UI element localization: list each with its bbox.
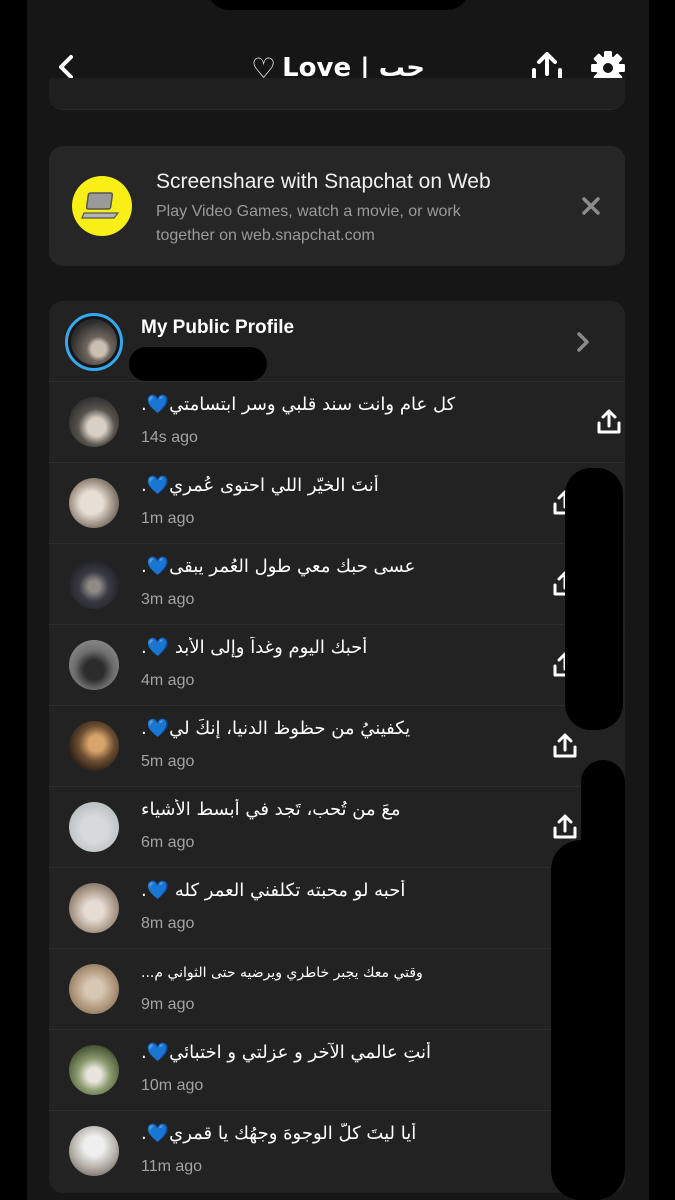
banner-subtitle-line-2: together on web.snapchat.com bbox=[156, 227, 375, 244]
share-upload-icon[interactable] bbox=[595, 407, 623, 437]
story-caption: عسى حبك معي طول العُمر يبقى💙. bbox=[141, 556, 416, 577]
story-row[interactable]: يكفينيُ من حظوظ الدنيا، إنكَ لي💙. 5m ago bbox=[49, 706, 625, 787]
profile-label: My Public Profile bbox=[141, 317, 295, 338]
story-thumbnail bbox=[69, 964, 119, 1014]
story-caption: أحبه لو محبته تكلفني العمر كله 💙. bbox=[141, 880, 406, 901]
story-caption: وقتي معك يجبر خاطري ويرضيه حتى الثواني م… bbox=[141, 965, 423, 981]
banner-subtitle-line-1: Play Video Games, watch a movie, or work bbox=[156, 203, 461, 220]
banner-title: Screenshare with Snapchat on Web bbox=[156, 170, 491, 193]
story-caption: أحبك اليوم وغداً وإلى الأبد 💙. bbox=[141, 637, 368, 658]
story-timestamp: 5m ago bbox=[141, 753, 195, 770]
close-icon[interactable] bbox=[577, 192, 605, 220]
redaction-mark bbox=[551, 840, 625, 1200]
story-thumbnail bbox=[69, 883, 119, 933]
story-timestamp: 10m ago bbox=[141, 1077, 204, 1094]
story-caption: يكفينيُ من حظوظ الدنيا، إنكَ لي💙. bbox=[141, 718, 411, 739]
collapsed-card-edge bbox=[49, 78, 625, 110]
story-thumbnail bbox=[69, 397, 119, 447]
story-row[interactable]: عسى حبك معي طول العُمر يبقى💙. 3m ago bbox=[49, 544, 625, 625]
story-row[interactable]: معَ من تُحب، تَجد في أبسط الأشياء 6m ago bbox=[49, 787, 625, 868]
story-caption: كل عام وانت سند قلبي وسر ابتسامتي💙. bbox=[141, 394, 456, 415]
chevron-right-icon bbox=[577, 332, 589, 352]
redaction-mark bbox=[565, 468, 623, 730]
story-caption: أنتِ عالمي الآخر و عزلتي و اختبائي💙. bbox=[141, 1042, 432, 1063]
story-timestamp: 1m ago bbox=[141, 510, 195, 527]
story-row[interactable]: أحبك اليوم وغداً وإلى الأبد 💙. 4m ago bbox=[49, 625, 625, 706]
avatar bbox=[65, 313, 123, 371]
story-timestamp: 8m ago bbox=[141, 915, 195, 932]
my-public-profile-row[interactable]: My Public Profile bbox=[49, 301, 625, 382]
story-row[interactable]: أنتِ عالمي الآخر و عزلتي و اختبائي💙. 10m … bbox=[49, 1030, 625, 1111]
story-caption: أيا ليتَ كلَّ الوجوهَ وجهُك يا قمري💙. bbox=[141, 1123, 417, 1144]
stories-list: My Public Profile كل عام وانت سند قلبي و… bbox=[49, 301, 625, 1193]
story-timestamp: 14s ago bbox=[141, 429, 198, 446]
story-row[interactable]: كل عام وانت سند قلبي وسر ابتسامتي💙. 14s a… bbox=[49, 382, 625, 463]
story-caption: أنتَ الخيّر اللي احتوى عُمري💙. bbox=[141, 475, 379, 496]
laptop-icon bbox=[72, 176, 132, 236]
screenshare-banner[interactable]: Screenshare with Snapchat on Web Play Vi… bbox=[49, 146, 625, 266]
phone-screen: ♡ Love | حب Screenshare with Snapchat on… bbox=[27, 0, 649, 1200]
share-upload-icon[interactable] bbox=[551, 731, 579, 761]
story-thumbnail bbox=[69, 1126, 119, 1176]
device-notch bbox=[207, 0, 469, 10]
story-caption: معَ من تُحب، تَجد في أبسط الأشياء bbox=[141, 799, 401, 820]
story-row[interactable]: وقتي معك يجبر خاطري ويرضيه حتى الثواني م… bbox=[49, 949, 625, 1030]
share-upload-icon[interactable] bbox=[551, 812, 579, 842]
story-row[interactable]: أنتَ الخيّر اللي احتوى عُمري💙. 1m ago bbox=[49, 463, 625, 544]
story-timestamp: 6m ago bbox=[141, 834, 195, 851]
story-timestamp: 3m ago bbox=[141, 591, 195, 608]
story-thumbnail bbox=[69, 559, 119, 609]
story-thumbnail bbox=[69, 478, 119, 528]
story-row[interactable]: أيا ليتَ كلَّ الوجوهَ وجهُك يا قمري💙. 11m… bbox=[49, 1111, 625, 1192]
story-row[interactable]: أحبه لو محبته تكلفني العمر كله 💙. 8m ago bbox=[49, 868, 625, 949]
story-timestamp: 11m ago bbox=[141, 1158, 203, 1175]
story-thumbnail bbox=[69, 640, 119, 690]
redaction-mark bbox=[129, 347, 267, 381]
banner-subtitle: Play Video Games, watch a movie, or work… bbox=[156, 200, 516, 248]
story-timestamp: 4m ago bbox=[141, 672, 195, 689]
story-thumbnail bbox=[69, 802, 119, 852]
story-thumbnail bbox=[69, 721, 119, 771]
story-timestamp: 9m ago bbox=[141, 996, 195, 1013]
story-thumbnail bbox=[69, 1045, 119, 1095]
